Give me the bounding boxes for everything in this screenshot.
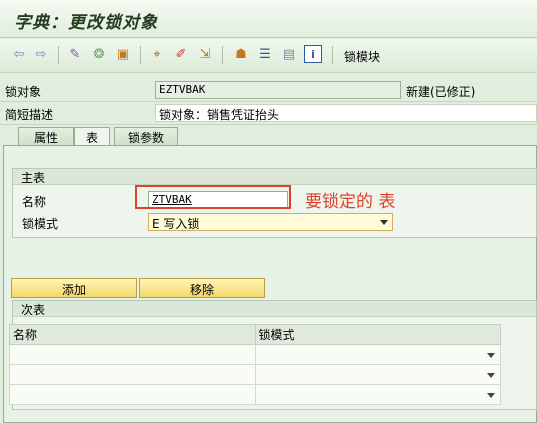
back-arrow-icon[interactable]: ⇦	[10, 45, 28, 63]
column-header-lock-mode[interactable]: 锁模式	[254, 324, 501, 345]
toolbar-separator	[222, 46, 223, 64]
info-icon[interactable]: i	[304, 45, 322, 63]
row-divider	[0, 101, 537, 102]
forward-arrow-icon[interactable]: ⇨	[32, 45, 50, 63]
lock-mode-cell[interactable]	[254, 364, 501, 385]
name-cell[interactable]	[9, 364, 256, 385]
toolbar-separator	[140, 46, 141, 64]
chevron-down-icon[interactable]	[487, 373, 495, 378]
name-cell[interactable]	[9, 384, 256, 405]
column-header-name[interactable]: 名称	[9, 324, 256, 345]
table-row	[9, 364, 501, 385]
toolbar-separator	[58, 46, 59, 64]
short-desc-label: 简短描述	[5, 108, 54, 122]
where-used-icon[interactable]: ⌖	[148, 45, 166, 63]
navigate-icon[interactable]: ⇲	[196, 45, 214, 63]
chevron-down-icon[interactable]	[380, 220, 388, 225]
lock-mode-cell[interactable]	[254, 384, 501, 405]
hierarchy-icon[interactable]: ☗	[232, 45, 250, 63]
add-button[interactable]: 添加	[11, 278, 137, 298]
title-bar: 字典：更改锁对象	[0, 0, 537, 38]
primary-lock-mode-label: 锁模式	[22, 217, 59, 231]
primary-lock-mode-value: E 写入锁	[152, 217, 200, 231]
toolbar-separator	[332, 46, 333, 64]
window-title: 字典：更改锁对象	[14, 13, 158, 33]
check-wand-icon[interactable]: ✐	[172, 45, 190, 63]
display-change-icon[interactable]: ✎	[66, 45, 84, 63]
other-object-icon[interactable]: ❂	[90, 45, 108, 63]
tab-tables[interactable]: 表	[74, 127, 110, 145]
lock-mode-cell[interactable]	[254, 344, 501, 365]
primary-name-label: 名称	[22, 195, 47, 209]
tab-attributes[interactable]: 属性	[18, 127, 74, 145]
table-icon[interactable]: ▤	[280, 45, 298, 63]
name-cell[interactable]	[9, 344, 256, 365]
highlight-box	[135, 185, 291, 209]
chevron-down-icon[interactable]	[487, 353, 495, 358]
remove-button[interactable]: 移除	[139, 278, 265, 298]
row-divider	[0, 124, 537, 125]
primary-lock-mode-select[interactable]: E 写入锁	[148, 213, 393, 231]
primary-table-title: 主表	[13, 169, 536, 185]
application-toolbar: ⇦ ⇨ ✎ ❂ ▣ ⌖ ✐ ⇲ ☗ ☰ ▤ i 锁模块	[0, 39, 537, 73]
stack-icon[interactable]: ☰	[256, 45, 274, 63]
activate-icon[interactable]: ▣	[114, 45, 132, 63]
chevron-down-icon[interactable]	[487, 393, 495, 398]
lock-object-field: EZTVBAK	[155, 81, 401, 99]
annotation-text: 要锁定的 表	[305, 192, 396, 212]
secondary-table-title: 次表	[13, 301, 536, 317]
tab-lock-params[interactable]: 锁参数	[114, 127, 178, 145]
lock-module-button[interactable]: 锁模块	[344, 48, 380, 65]
lock-object-status: 新建(已修正)	[406, 85, 476, 99]
table-row	[9, 344, 501, 365]
table-row	[9, 384, 501, 405]
tab-strip: 属性 表 锁参数	[0, 127, 537, 145]
lock-object-label: 锁对象	[5, 85, 42, 99]
secondary-table: 名称 锁模式	[9, 324, 501, 405]
short-desc-field[interactable]: 锁对象：销售凭证抬头	[155, 104, 537, 122]
